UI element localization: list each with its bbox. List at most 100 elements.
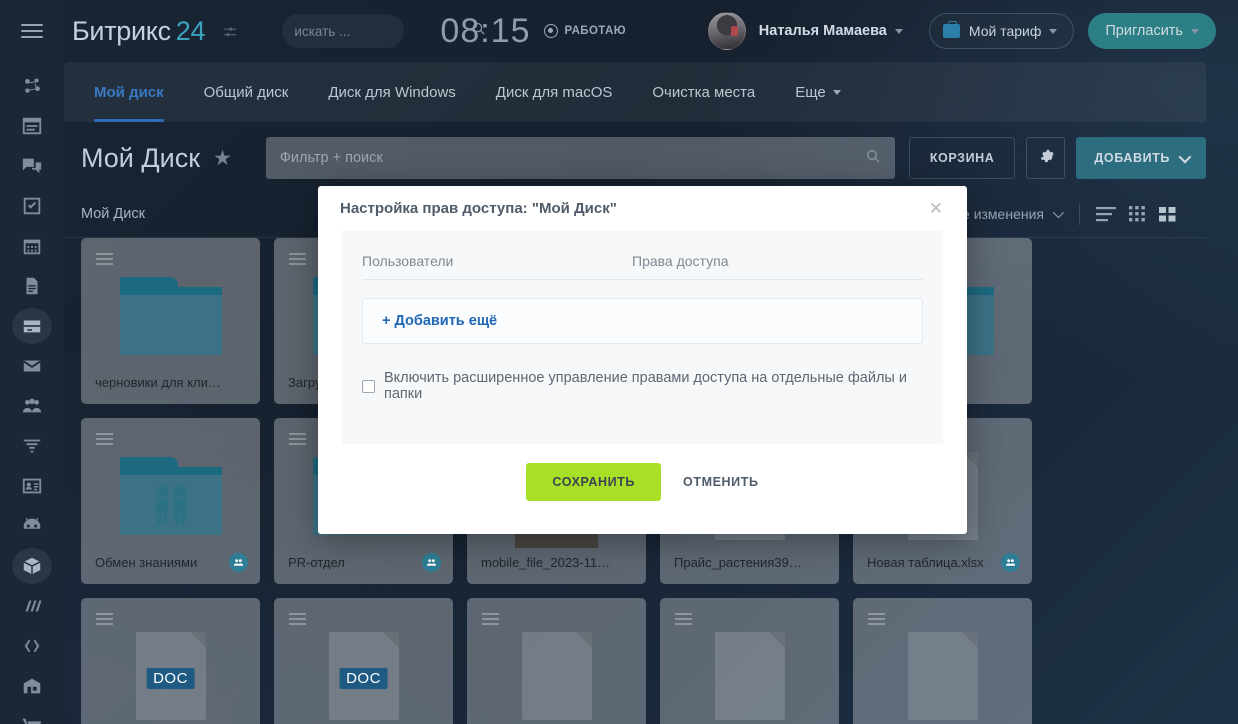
tab-my-drive[interactable]: Мой диск [94, 62, 164, 122]
grid-small-view-icon [1129, 205, 1145, 221]
bars-icon [25, 600, 42, 612]
file-card[interactable] [467, 598, 646, 724]
sidebar-item-contacts[interactable] [0, 466, 64, 506]
sidebar-item-tasks[interactable] [0, 186, 64, 226]
tab-drive-macos[interactable]: Диск для macOS [496, 62, 613, 122]
sidebar-item-drive[interactable] [0, 306, 64, 346]
work-status-button[interactable]: РАБОТАЮ [543, 24, 626, 38]
drive-toolbar: Мой Диск ★ КОРЗИНА ДОБАВИТЬ [64, 130, 1206, 186]
building-icon [23, 678, 41, 694]
doc-icon [660, 624, 839, 724]
divider [1079, 202, 1080, 225]
sidebar-item-calendar[interactable] [0, 226, 64, 266]
doc-icon [853, 624, 1032, 724]
sidebar-item-company[interactable] [0, 666, 64, 706]
tab-label: Очистка места [652, 83, 756, 101]
filter-input[interactable] [279, 150, 865, 166]
column-header-rights: Права доступа [632, 253, 729, 269]
view-grid-small-button[interactable] [1129, 205, 1146, 222]
trash-label: КОРЗИНА [929, 151, 995, 165]
add-more-button[interactable]: + Добавить ещё [362, 298, 923, 344]
save-button[interactable]: СОХРАНИТЬ [526, 463, 662, 501]
advanced-permissions-checkbox[interactable] [362, 379, 375, 393]
page-title: Мой Диск [81, 142, 201, 173]
sidebar-item-employees[interactable] [0, 386, 64, 426]
sidebar-item-market[interactable] [0, 546, 64, 586]
file-card[interactable]: DOC Ильяхов_матрица.docx [274, 598, 453, 724]
sidebar-item-bot[interactable] [0, 506, 64, 546]
sidebar-header [0, 0, 64, 62]
funnel-icon [23, 439, 41, 453]
tab-label: Еще [795, 83, 826, 101]
grid-large-view-icon [1159, 206, 1176, 221]
tariff-button[interactable]: Мой тариф [928, 13, 1075, 49]
cart-icon [22, 718, 42, 724]
file-card[interactable]: Обмен знаниями [81, 418, 260, 584]
file-card[interactable] [853, 598, 1032, 724]
work-status-label: РАБОТАЮ [564, 25, 626, 37]
drive-nav-tabs: Мой диск Общий диск Диск для Windows Дис… [64, 62, 1206, 122]
brand-name: Битрикс [72, 15, 171, 46]
file-card[interactable]: черновики для клиентов [81, 238, 260, 404]
trash-button[interactable]: КОРЗИНА [908, 137, 1016, 179]
tab-cleanup[interactable]: Очистка места [652, 62, 755, 122]
cancel-button[interactable]: ОТМЕНИТЬ [683, 475, 759, 489]
hamburger-icon[interactable] [21, 20, 43, 42]
add-label: ДОБАВИТЬ [1094, 151, 1170, 165]
file-name: черновики для клиентов [95, 375, 226, 390]
user-name-label: Наталья Мамаева [758, 23, 887, 39]
star-icon[interactable]: ★ [213, 148, 232, 169]
doc-icon: DOC [81, 624, 260, 724]
tab-drive-windows[interactable]: Диск для Windows [328, 62, 455, 122]
sidebar-item-funnel[interactable] [0, 426, 64, 466]
add-button[interactable]: ДОБАВИТЬ [1076, 137, 1206, 179]
modal-footer: СОХРАНИТЬ ОТМЕНИТЬ [318, 444, 967, 520]
advanced-permissions-label: Включить расширенное управление правами … [384, 370, 907, 402]
tab-label: Диск для Windows [328, 83, 456, 101]
view-grid-large-button[interactable] [1159, 206, 1176, 222]
close-icon[interactable]: ✕ [923, 196, 949, 221]
header-search[interactable] [282, 14, 485, 48]
sliders-icon[interactable] [222, 16, 238, 46]
sidebar-item-mail[interactable] [0, 346, 64, 386]
gear-icon [1037, 147, 1055, 170]
sidebar-item-analytics[interactable] [0, 586, 64, 626]
sidebar-item-developer[interactable] [0, 626, 64, 666]
chevron-down-icon [1178, 150, 1192, 163]
file-ext-tag: DOC [339, 668, 388, 689]
sidebar-item-shop[interactable] [0, 706, 64, 724]
brand-logo[interactable]: Битрикс 24 [72, 16, 238, 47]
chat-icon [22, 158, 42, 174]
drive-icon [23, 320, 41, 333]
tab-more[interactable]: Еще [795, 62, 841, 122]
file-ext-tag: DOC [146, 668, 195, 689]
tariff-label: Мой тариф [968, 23, 1042, 39]
view-list-button[interactable] [1096, 206, 1116, 222]
tab-shared-drive[interactable]: Общий диск [204, 62, 289, 122]
sidebar-items [0, 62, 64, 724]
modal-title: Настройка прав доступа: "Мой Диск" [340, 200, 617, 217]
avatar [707, 12, 746, 50]
file-name: mobile_file_2023-11-10_0... [481, 555, 612, 570]
shared-badge-icon [229, 553, 248, 572]
file-card[interactable]: DOC Регламент работы.docx [81, 598, 260, 724]
search-icon[interactable] [865, 148, 881, 169]
chevron-down-icon [1049, 28, 1058, 34]
breadcrumb[interactable]: Мой Диск [81, 206, 145, 222]
settings-button[interactable] [1026, 137, 1066, 179]
file-card[interactable] [660, 598, 839, 724]
access-rights-modal: Настройка прав доступа: "Мой Диск" ✕ Пол… [318, 186, 967, 534]
filter-search-box[interactable] [265, 137, 895, 179]
sidebar-item-news[interactable] [0, 106, 64, 146]
invite-button[interactable]: Пригласить [1088, 13, 1216, 49]
shared-badge-icon [422, 553, 441, 572]
sidebar-item-live-feed[interactable] [0, 66, 64, 106]
robot-icon [23, 517, 41, 529]
file-name: Обмен знаниями [95, 555, 198, 570]
tab-label: Мой диск [94, 83, 164, 101]
sidebar-item-documents[interactable] [0, 266, 64, 306]
advanced-permissions-checkbox-row[interactable]: Включить расширенное управление правами … [362, 370, 923, 402]
tab-label: Диск для macOS [495, 83, 613, 101]
sidebar-item-chat[interactable] [0, 146, 64, 186]
user-menu[interactable]: Наталья Мамаева [707, 12, 903, 50]
